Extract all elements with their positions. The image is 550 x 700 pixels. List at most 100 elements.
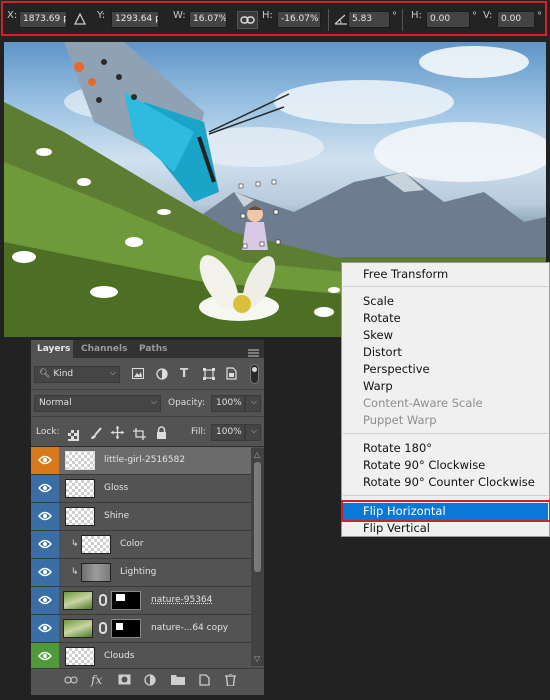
y-position-field[interactable]: 1293.64 px: [111, 11, 159, 28]
rotate-angle-field[interactable]: 5.83: [348, 11, 390, 28]
visibility-eye-icon[interactable]: [31, 559, 59, 586]
link-layers-icon[interactable]: [64, 674, 78, 688]
menu-item-free-transform[interactable]: Free Transform: [363, 267, 448, 281]
layer-thumbnail: [63, 619, 93, 638]
menu-item-rotate[interactable]: Rotate: [363, 311, 401, 325]
layer-row-clouds[interactable]: Clouds: [31, 643, 251, 668]
layer-name: Lighting: [120, 567, 157, 577]
menu-separator: [343, 433, 548, 434]
mask-link-chain-icon[interactable]: [99, 594, 107, 606]
tab-layers[interactable]: Layers: [31, 340, 73, 358]
filter-toggle-switch[interactable]: [250, 364, 259, 384]
add-layer-mask-icon[interactable]: [118, 674, 131, 688]
prevent-auto-nesting-crop-icon[interactable]: [133, 425, 146, 444]
divider: [328, 9, 329, 31]
menu-item-rotate-90-cw[interactable]: Rotate 90° Clockwise: [363, 458, 485, 472]
menu-item-distort[interactable]: Distort: [363, 345, 402, 359]
opacity-field[interactable]: 100%: [211, 395, 245, 412]
layer-row-color[interactable]: ↳ Color: [31, 531, 251, 559]
delete-layer-trash-icon[interactable]: [225, 673, 236, 689]
fill-field[interactable]: 100%: [211, 424, 245, 441]
transform-options-bar: X: 1873.69 px Y: 1293.64 px W: 16.07% H:…: [0, 0, 550, 40]
menu-item-puppet-warp: Puppet Warp: [363, 413, 437, 427]
chevron-down-icon: ⌵: [150, 397, 157, 406]
horizontal-skew-label: H:: [411, 10, 422, 21]
mask-link-chain-icon[interactable]: [99, 622, 107, 634]
visibility-eye-icon[interactable]: [31, 503, 59, 530]
tab-paths[interactable]: Paths: [135, 340, 175, 358]
menu-item-perspective[interactable]: Perspective: [363, 362, 430, 376]
layer-thumbnail: [81, 563, 111, 582]
smart-object-filter-icon[interactable]: [226, 367, 237, 383]
layer-mask-thumbnail[interactable]: [111, 619, 141, 638]
layer-row-gloss[interactable]: Gloss: [31, 475, 251, 503]
menu-item-flip-vertical[interactable]: Flip Vertical: [363, 521, 430, 535]
visibility-eye-icon[interactable]: [31, 447, 59, 474]
clipping-mask-arrow-icon: ↳: [71, 539, 79, 549]
new-adjustment-layer-icon[interactable]: [144, 674, 156, 689]
maintain-aspect-ratio-button[interactable]: [237, 11, 258, 29]
layer-row-nature-copy[interactable]: nature-...64 copy: [31, 615, 251, 643]
layer-filter-row: 🔍︎ Kind ⌵ T: [31, 358, 264, 390]
layers-panel: Layers Channels Paths 🔍︎ Kind ⌵ T Normal…: [31, 340, 264, 695]
lock-all-padlock-icon[interactable]: [156, 424, 167, 443]
mask-shape: [116, 623, 123, 630]
opacity-dropdown-button[interactable]: ⌵: [245, 395, 261, 412]
lock-image-pixels-brush-icon[interactable]: [90, 425, 102, 444]
scroll-up-icon[interactable]: △: [254, 450, 260, 459]
menu-item-skew[interactable]: Skew: [363, 328, 393, 342]
visibility-eye-icon[interactable]: [31, 643, 59, 668]
free-transform-context-menu: Free Transform Scale Rotate Skew Distort…: [341, 262, 550, 537]
visibility-eye-icon[interactable]: [31, 615, 59, 642]
menu-separator: [343, 495, 548, 496]
menu-item-scale[interactable]: Scale: [363, 294, 394, 308]
pixel-layer-filter-icon[interactable]: [132, 368, 144, 382]
layer-row-nature-95364[interactable]: nature-95364: [31, 587, 251, 615]
divider: [402, 9, 403, 31]
scroll-down-icon[interactable]: ▽: [254, 654, 260, 663]
chevron-down-icon: ⌵: [250, 426, 257, 435]
layer-name: nature-...64 copy: [151, 623, 229, 633]
x-position-field[interactable]: 1873.69 px: [19, 11, 67, 28]
layer-thumbnail: [65, 479, 95, 498]
adjustment-layer-filter-icon[interactable]: [156, 368, 168, 383]
height-field[interactable]: -16.07%: [277, 11, 321, 28]
blend-mode-select[interactable]: Normal ⌵: [34, 395, 161, 412]
search-icon: 🔍︎: [39, 369, 51, 379]
reference-point-delta-icon[interactable]: [73, 10, 87, 29]
lock-position-move-icon[interactable]: [111, 424, 124, 443]
layer-row-little-girl[interactable]: little-girl-2516582: [31, 447, 251, 475]
type-layer-filter-icon[interactable]: T: [180, 366, 188, 380]
horizontal-skew-field[interactable]: 0.00: [426, 11, 470, 28]
layer-name: Shine: [104, 511, 130, 521]
shape-layer-filter-icon[interactable]: [203, 368, 215, 383]
tab-channels[interactable]: Channels: [77, 340, 129, 358]
degree-label: °: [472, 11, 477, 22]
visibility-eye-icon[interactable]: [31, 531, 59, 558]
chevron-down-icon: ⌵: [250, 397, 257, 406]
layer-style-fx-icon[interactable]: fx: [91, 673, 102, 687]
vertical-skew-label: V:: [483, 10, 493, 21]
layer-row-lighting[interactable]: ↳ Lighting: [31, 559, 251, 587]
mask-shape: [116, 594, 125, 601]
width-label: W:: [173, 10, 186, 21]
clipping-mask-arrow-icon: ↳: [71, 567, 79, 577]
vertical-skew-field[interactable]: 0.00: [497, 11, 535, 28]
menu-item-rotate-90-ccw[interactable]: Rotate 90° Counter Clockwise: [363, 475, 535, 489]
layer-thumbnail: [81, 535, 111, 554]
new-group-folder-icon[interactable]: [171, 674, 185, 688]
layer-row-shine[interactable]: Shine: [31, 503, 251, 531]
lock-transparent-pixels-icon[interactable]: [68, 426, 79, 445]
menu-item-rotate-180[interactable]: Rotate 180°: [363, 441, 432, 455]
fill-dropdown-button[interactable]: ⌵: [245, 424, 261, 441]
layer-thumbnail: [65, 451, 95, 470]
new-layer-icon[interactable]: [199, 674, 210, 689]
visibility-eye-icon[interactable]: [31, 475, 59, 502]
menu-item-warp[interactable]: Warp: [363, 379, 393, 393]
width-field[interactable]: 16.07%: [189, 11, 227, 28]
lock-label: Lock:: [36, 427, 60, 437]
layer-mask-thumbnail[interactable]: [111, 591, 141, 610]
layers-scrollbar-thumb[interactable]: [254, 462, 261, 572]
visibility-eye-icon[interactable]: [31, 587, 59, 614]
filter-kind-select[interactable]: 🔍︎ Kind ⌵: [34, 366, 120, 383]
